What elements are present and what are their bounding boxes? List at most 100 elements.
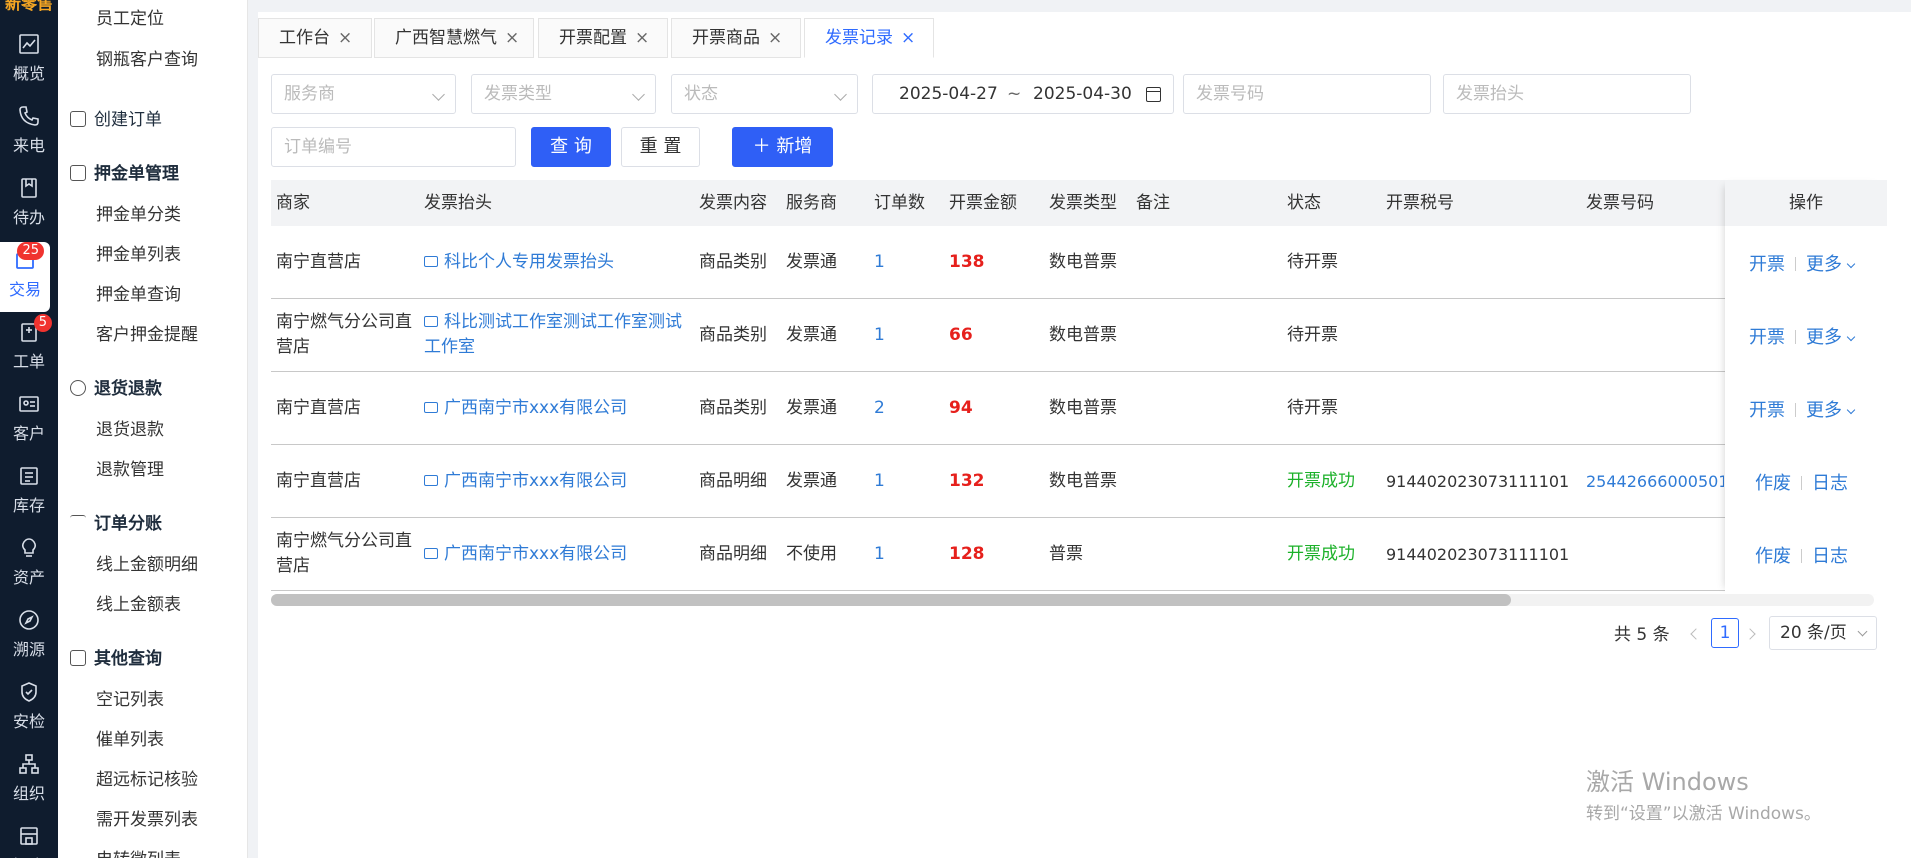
horizontal-scrollbar[interactable] (271, 594, 1874, 606)
cell-amount: 128 (949, 544, 985, 564)
more-dropdown[interactable]: 更多 (1806, 400, 1856, 421)
menu-item-deposit-category[interactable]: 押金单分类 (96, 200, 181, 225)
tab-label: 发票记录 (825, 28, 893, 48)
rail-item-overview[interactable]: 概览 (0, 26, 58, 96)
cell-invoice-type: 数电普票 (1049, 398, 1117, 418)
invoice-type-select[interactable]: 发票类型 (471, 74, 656, 114)
menu-item-invoice-needed[interactable]: 需开发票列表 (96, 805, 198, 830)
main-panel: 工作台 × 广西智慧燃气 × 开票配置 × 开票商品 × 发票记录 × 服务商 发票类型 … (258, 12, 1911, 858)
tab-invoice-goods[interactable]: 开票商品 × (671, 18, 801, 58)
cell-content: 商品类别 (699, 398, 767, 418)
provider-select[interactable]: 服务商 (271, 74, 456, 114)
menu-item-deposit-list[interactable]: 押金单列表 (96, 240, 181, 265)
issue-invoice-link[interactable]: 开票 (1749, 254, 1785, 275)
menu-item-deposit-reminder[interactable]: 客户押金提醒 (96, 320, 198, 345)
rail-item-assets[interactable]: 资产 (0, 530, 58, 600)
query-button[interactable]: 查 询 (531, 127, 611, 167)
menu-item-transfer-list[interactable]: 电转微列表 (96, 845, 181, 858)
menu-item-create-order[interactable]: 创建订单 (70, 105, 162, 130)
issue-invoice-link[interactable]: 开票 (1749, 327, 1785, 348)
cell-invoice-title-link[interactable]: 广西南宁市xxx有限公司 (424, 542, 627, 567)
rail-item-trace[interactable]: 溯源 (0, 602, 58, 672)
void-invoice-link[interactable]: 作废 (1755, 546, 1791, 567)
cell-order-count[interactable]: 1 (874, 542, 885, 567)
cell-invoice-title-link[interactable]: 科比个人专用发票抬头 (424, 250, 614, 275)
rail-item-label: 工单 (12, 352, 45, 371)
tab-guangxi-gas[interactable]: 广西智慧燃气 × (374, 18, 534, 58)
more-dropdown[interactable]: 更多 (1806, 254, 1856, 275)
close-icon[interactable]: × (635, 28, 649, 48)
cell-provider: 发票通 (786, 471, 837, 491)
cell-provider: 发票通 (786, 398, 837, 418)
close-icon[interactable]: × (768, 28, 782, 48)
more-dropdown[interactable]: 更多 (1806, 327, 1856, 348)
close-icon[interactable]: × (505, 28, 519, 48)
rail-item-workorder[interactable]: 5 工单 (0, 314, 58, 384)
rail-item-customers[interactable]: 客户 (0, 386, 58, 456)
cell-invoice-title-link[interactable]: 广西南宁市xxx有限公司 (424, 396, 627, 421)
menu-item-cylinder-customer-query[interactable]: 钢瓶客户查询 (96, 45, 198, 70)
select-placeholder: 状态 (684, 84, 718, 104)
tab-invoice-records[interactable]: 发票记录 × (804, 18, 934, 58)
menu-item-urge-list[interactable]: 催单列表 (96, 725, 164, 750)
order-number-input[interactable]: 订单编号 (271, 127, 516, 167)
page-number-current[interactable]: 1 (1711, 618, 1739, 648)
cell-invoice-number[interactable]: 254426660005017 (1586, 469, 1724, 494)
menu-item-online-detail[interactable]: 线上金额明细 (96, 550, 198, 575)
close-icon[interactable]: × (901, 28, 915, 48)
cell-content: 商品明细 (699, 544, 767, 564)
cell-invoice-type: 数电普票 (1049, 325, 1117, 345)
menu-item-deposit-query[interactable]: 押金单查询 (96, 280, 181, 305)
bookmark-icon (21, 178, 37, 198)
next-page-icon[interactable] (1744, 628, 1756, 640)
cell-order-count[interactable]: 1 (874, 250, 885, 275)
rail-item-safety[interactable]: 安检 (0, 674, 58, 744)
rail-item-inventory[interactable]: 库存 (0, 458, 58, 528)
invoice-title-input[interactable]: 发票抬头 (1443, 74, 1691, 114)
date-range-picker[interactable]: 2025-04-27 ~ 2025-04-30 (872, 74, 1174, 114)
prev-page-icon[interactable] (1690, 628, 1702, 640)
status-select[interactable]: 状态 (671, 74, 858, 114)
menu-item-refund-manage[interactable]: 退款管理 (96, 455, 164, 480)
menu-group-deposit[interactable]: 押金单管理 (70, 159, 179, 184)
reset-button[interactable]: 重 置 (621, 127, 700, 167)
issue-invoice-link[interactable]: 开票 (1749, 400, 1785, 421)
rail-item-calls[interactable]: 来电 (0, 98, 58, 168)
divider (1795, 330, 1796, 344)
cell-provider: 不使用 (786, 544, 837, 564)
page-size-select[interactable]: 20 条/页 (1769, 616, 1877, 650)
menu-group-split[interactable]: 订单分账 (70, 509, 162, 534)
cell-merchant: 南宁直营店 (276, 398, 361, 418)
rail-item-org[interactable]: 组织 (0, 746, 58, 816)
cell-tax-number: 914402023073111101 (1386, 545, 1570, 564)
log-link[interactable]: 日志 (1812, 473, 1848, 494)
menu-group-refund[interactable]: 退货退款 (70, 374, 162, 399)
cell-invoice-title-link[interactable]: 广西南宁市xxx有限公司 (424, 469, 627, 494)
menu-group-other-query[interactable]: 其他查询 (70, 644, 162, 669)
tab-invoice-config[interactable]: 开票配置 × (538, 18, 668, 58)
cell-order-count[interactable]: 1 (874, 323, 885, 348)
scrollbar-thumb[interactable] (271, 594, 1511, 606)
cell-order-count[interactable]: 1 (874, 469, 885, 494)
more-label: 更多 (1806, 327, 1842, 348)
void-invoice-link[interactable]: 作废 (1755, 473, 1791, 494)
log-link[interactable]: 日志 (1812, 546, 1848, 567)
add-button[interactable]: ＋ 新增 (732, 127, 833, 167)
cell-invoice-type: 数电普票 (1049, 471, 1117, 491)
invoice-number-input[interactable]: 发票号码 (1183, 74, 1431, 114)
row-ops: 开票 更多 (1749, 250, 1856, 276)
menu-item-online-sheet[interactable]: 线上金额表 (96, 590, 181, 615)
divider (1795, 403, 1796, 417)
tab-workbench[interactable]: 工作台 × (258, 18, 372, 58)
col-merchant: 商家 (276, 193, 310, 213)
cell-order-count[interactable]: 2 (874, 396, 885, 421)
cell-invoice-title-link[interactable]: 科比测试工作室测试工作室测试工作室 (424, 310, 696, 360)
rail-item-trade[interactable]: 25 交易 (0, 242, 50, 312)
close-icon[interactable]: × (338, 28, 352, 48)
rail-item-todo[interactable]: 待办 (0, 170, 58, 240)
menu-item-refund[interactable]: 退货退款 (96, 415, 164, 440)
menu-item-far-check[interactable]: 超远标记核验 (96, 765, 198, 790)
rail-item-store[interactable]: 门店 (0, 818, 58, 858)
menu-item-empty-list[interactable]: 空记列表 (96, 685, 164, 710)
menu-item-staff-location[interactable]: 员工定位 (96, 4, 164, 29)
